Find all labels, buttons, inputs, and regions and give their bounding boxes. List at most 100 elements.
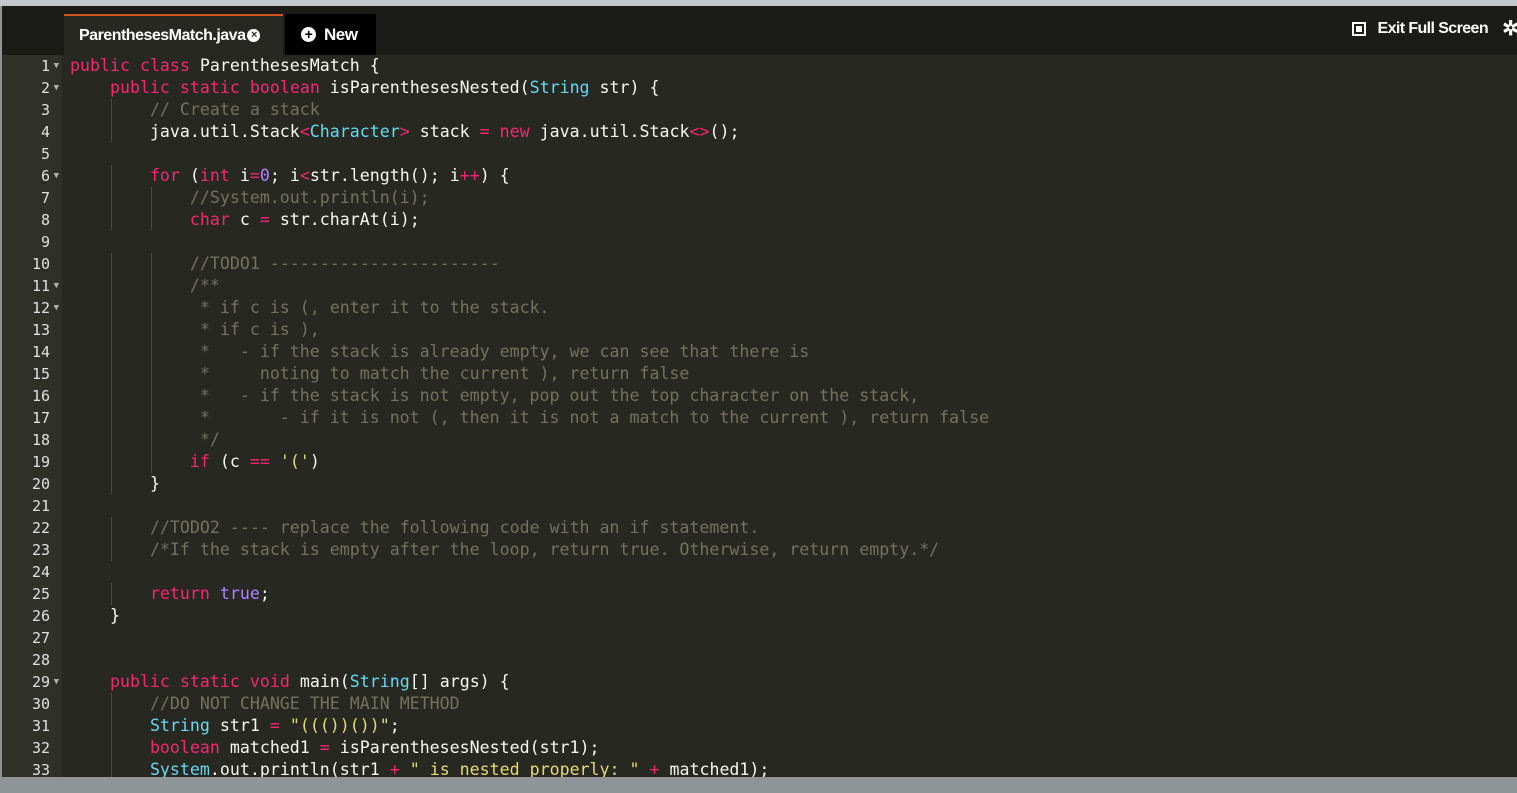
code-line[interactable]: 21 (2, 495, 1517, 517)
code-line[interactable]: 19 if (c == '(') (2, 451, 1517, 473)
code-line[interactable]: 1 ▼ public class ParenthesesMatch { (2, 55, 1517, 77)
code-line[interactable]: 22 //TODO2 ---- replace the following co… (2, 517, 1517, 539)
fold-arrow-icon[interactable]: ▼ (54, 165, 59, 187)
code-line-content: /** (70, 275, 220, 297)
tab-parentheses-match[interactable]: ParenthesesMatch.java × (64, 14, 283, 55)
line-number-text: 28 (31, 651, 50, 669)
code-token: int (199, 166, 230, 185)
code-token: public (70, 56, 130, 75)
fold-arrow-icon[interactable]: ▼ (54, 671, 59, 693)
line-number-text: 23 (31, 541, 50, 559)
line-number: 30 (2, 693, 62, 715)
code-line[interactable]: 29 ▼ public static void main(String[] arg… (2, 671, 1517, 693)
close-icon[interactable]: × (247, 29, 261, 42)
code-line-content: } (70, 605, 120, 627)
code-line[interactable]: 10 //TODO1 ----------------------- (2, 253, 1517, 275)
code-line[interactable]: 20 } (2, 473, 1517, 495)
exit-fullscreen-button[interactable]: Exit Full Screen (1351, 20, 1489, 38)
line-number-text: 31 (31, 717, 50, 735)
line-number-text: 11 (31, 277, 50, 295)
code-line[interactable]: 7 //System.out.println(i); (2, 187, 1517, 209)
code-token: isParenthesesNested( (319, 78, 530, 97)
line-number-text: 32 (31, 739, 50, 757)
code-line[interactable]: 18 */ (2, 429, 1517, 451)
code-line[interactable]: 27 (2, 627, 1517, 649)
code-token: } (109, 606, 120, 625)
code-token: str1 (209, 716, 270, 735)
bottom-bar (0, 777, 1517, 793)
code-line[interactable]: 4 java.util.Stack<Character> stack = new… (2, 121, 1517, 143)
fold-arrow-icon[interactable]: ▼ (54, 55, 59, 77)
code-line[interactable]: 11 ▼ /** (2, 275, 1517, 297)
code-line[interactable]: 6 ▼ for (int i=0; i<str.length(); i++) { (2, 165, 1517, 187)
code-area[interactable]: 1 ▼ public class ParenthesesMatch {2 ▼ publ… (2, 55, 1517, 777)
code-line[interactable]: 32 boolean matched1 = isParenthesesNeste… (2, 737, 1517, 759)
code-token: ; i (269, 166, 300, 185)
code-line[interactable]: 31 String str1 = "((())())"; (2, 715, 1517, 737)
code-line[interactable]: 30 //DO NOT CHANGE THE MAIN METHOD (2, 693, 1517, 715)
line-number: 1 ▼ (2, 55, 62, 77)
code-token: (c (209, 452, 250, 471)
tab-label: ParenthesesMatch.java (79, 26, 246, 44)
code-token: char (189, 210, 230, 229)
code-line[interactable]: 5 (2, 143, 1517, 165)
code-token: .out.println(str1 (209, 760, 390, 777)
code-editor[interactable]: ParenthesesMatch.java × + New Exit Full … (2, 6, 1517, 777)
code-line[interactable]: 16 * - if the stack is not empty, pop ou… (2, 385, 1517, 407)
code-line[interactable]: 14 * - if the stack is already empty, we… (2, 341, 1517, 363)
code-token: str.length(); i (309, 166, 460, 185)
code-line[interactable]: 25 return true; (2, 583, 1517, 605)
line-number: 29 ▼ (2, 671, 62, 693)
line-number: 14 (2, 341, 62, 363)
line-number-text: 13 (31, 321, 50, 339)
code-token: <> (689, 122, 710, 141)
line-number: 13 (2, 319, 62, 341)
line-number: 8 (2, 209, 62, 231)
line-number: 24 (2, 561, 62, 583)
new-tab-button[interactable]: + New (285, 14, 376, 55)
code-line[interactable]: 15 * noting to match the current ), retu… (2, 363, 1517, 385)
line-number: 10 (2, 253, 62, 275)
code-line[interactable]: 33 System.out.println(str1 + " is nested… (2, 759, 1517, 777)
code-token: */ (189, 430, 220, 449)
code-token: isParenthesesNested(str1); (329, 738, 600, 757)
code-line[interactable]: 26 } (2, 605, 1517, 627)
code-line-content: * if c is (, enter it to the stack. (70, 297, 550, 319)
code-line-content: * - if the stack is not empty, pop out t… (70, 385, 919, 407)
code-token: '(' (279, 452, 310, 471)
line-number: 5 (2, 143, 62, 165)
fold-arrow-icon[interactable]: ▼ (54, 297, 59, 319)
code-token: boolean (149, 738, 220, 757)
code-token: < (299, 166, 310, 185)
code-line[interactable]: 28 (2, 649, 1517, 671)
code-line[interactable]: 9 (2, 231, 1517, 253)
code-line[interactable]: 12 ▼ * if c is (, enter it to the stack. (2, 297, 1517, 319)
code-token: [] args) { (409, 672, 510, 691)
gear-icon[interactable]: ✲ (1502, 16, 1517, 41)
line-number: 15 (2, 363, 62, 385)
line-number: 33 (2, 759, 62, 777)
code-token: ; (259, 584, 270, 603)
code-line[interactable]: 17 * - if it is not (, then it is not a … (2, 407, 1517, 429)
code-token: /** (189, 276, 220, 295)
line-number: 26 (2, 605, 62, 627)
code-line[interactable]: 2 ▼ public static boolean isParenthesesNe… (2, 77, 1517, 99)
code-token: * - if it is not (, then it is not a mat… (189, 408, 990, 427)
code-line[interactable]: 13 * if c is ), (2, 319, 1517, 341)
code-line[interactable]: 8 char c = str.charAt(i); (2, 209, 1517, 231)
code-line[interactable]: 3 // Create a stack (2, 99, 1517, 121)
fold-arrow-icon[interactable]: ▼ (54, 77, 59, 99)
line-number-text: 7 (40, 189, 50, 207)
code-token: == (249, 452, 270, 471)
fold-arrow-icon[interactable]: ▼ (54, 275, 59, 297)
code-line[interactable]: 23 /*If the stack is empty after the loo… (2, 539, 1517, 561)
line-number-text: 26 (31, 607, 50, 625)
line-number: 27 (2, 627, 62, 649)
code-line[interactable]: 24 (2, 561, 1517, 583)
code-line-content: */ (70, 429, 220, 451)
line-number-text: 14 (31, 343, 50, 361)
